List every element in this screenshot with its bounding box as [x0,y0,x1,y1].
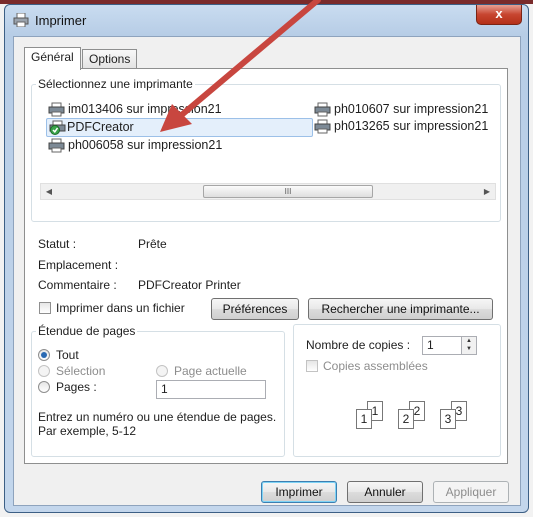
range-current-page-radio [156,365,168,377]
scroll-grip: III [284,187,292,196]
window-title: Imprimer [35,13,87,28]
copies-group: Nombre de copies : 1 ▲ ▼ Copies assemblé… [293,324,501,457]
close-icon: x [495,6,503,21]
printer-label: ph006058 sur impression21 [68,138,223,152]
scroll-right-arrow-icon[interactable]: ▶ [480,185,494,198]
printer-icon [48,102,65,117]
find-printer-button[interactable]: Rechercher une imprimante... [308,298,493,320]
collate-checkbox [306,360,318,372]
comment-value: PDFCreator Printer [138,278,241,292]
printer-label: PDFCreator [67,120,134,134]
print-dialog: Imprimer x Général Options Sélectionnez … [4,4,529,513]
printer-item-pdfcreator[interactable]: PDFCreator [46,118,313,137]
range-selection-radio [38,365,50,377]
print-to-file-checkbox[interactable] [39,302,51,314]
page-range-group: Étendue de pages Tout Sélection Page act… [31,324,285,457]
collate-set-1-icon: 1 1 [356,401,388,431]
print-button[interactable]: Imprimer [261,481,337,503]
printer-icon [48,138,65,153]
location-label: Emplacement : [38,258,119,272]
scroll-left-arrow-icon[interactable]: ◀ [42,185,56,198]
copies-label: Nombre de copies : [306,338,411,352]
page-range-hint-line1: Entrez un numéro ou une étendue de pages… [38,410,277,424]
page-range-legend: Étendue de pages [38,324,136,338]
close-button[interactable]: x [476,5,522,25]
tab-panel-general: Sélectionnez une imprimante im013406 sur… [24,68,508,464]
range-all-label: Tout [56,348,79,362]
printer-list-scrollbar[interactable]: ◀ III ▶ [40,183,496,200]
spin-down-icon[interactable]: ▼ [462,345,476,353]
scroll-thumb[interactable]: III [203,185,373,198]
printer-icon [314,119,331,134]
cancel-button[interactable]: Annuler [347,481,423,503]
printer-icon [314,102,331,117]
preferences-button[interactable]: Préférences [211,298,299,320]
tab-options[interactable]: Options [82,49,138,69]
printer-item-ph010607[interactable]: ph010607 sur impression21 [314,101,488,118]
page-range-hint-line2: Par exemple, 5-12 [38,424,137,438]
printer-item-im013406[interactable]: im013406 sur impression21 [48,101,222,118]
status-value: Prête [138,237,167,251]
title-bar[interactable]: Imprimer x [5,5,528,35]
dialog-body: Général Options Sélectionnez une imprima… [13,36,521,506]
printer-item-ph013265[interactable]: ph013265 sur impression21 [314,118,488,135]
printer-selection-group: Sélectionnez une imprimante im013406 sur… [31,77,501,222]
collate-page-front: 3 [440,409,456,429]
collate-page-front: 1 [356,409,372,429]
printer-list[interactable]: im013406 sur impression21 ph010607 sur i… [40,97,496,173]
copies-spinner[interactable]: ▲ ▼ [461,336,477,355]
collate-label: Copies assemblées [323,359,428,373]
comment-label: Commentaire : [38,278,117,292]
printer-label: ph013265 sur impression21 [334,119,489,133]
tab-general[interactable]: Général [24,47,81,70]
range-all-radio[interactable] [38,349,50,361]
spin-up-icon[interactable]: ▲ [462,337,476,345]
status-label: Statut : [38,237,77,251]
range-selection-label: Sélection [56,364,106,378]
range-pages-label: Pages : [56,380,97,394]
print-to-file-label: Imprimer dans un fichier [56,301,185,315]
pages-input[interactable]: 1 [156,380,266,399]
printer-label: im013406 sur impression21 [68,102,222,116]
printer-label: ph010607 sur impression21 [334,102,489,116]
default-printer-icon [49,120,66,135]
range-current-page-label: Page actuelle [174,364,247,378]
collate-set-3-icon: 3 3 [440,401,472,431]
printer-group-legend: Sélectionnez une imprimante [38,77,193,91]
collate-page-front: 2 [398,409,414,429]
collate-set-2-icon: 2 2 [398,401,430,431]
range-pages-radio[interactable] [38,381,50,393]
apply-button: Appliquer [433,481,509,503]
copies-input[interactable]: 1 [422,336,462,355]
printer-icon [13,13,29,27]
printer-item-ph006058[interactable]: ph006058 sur impression21 [48,137,222,154]
